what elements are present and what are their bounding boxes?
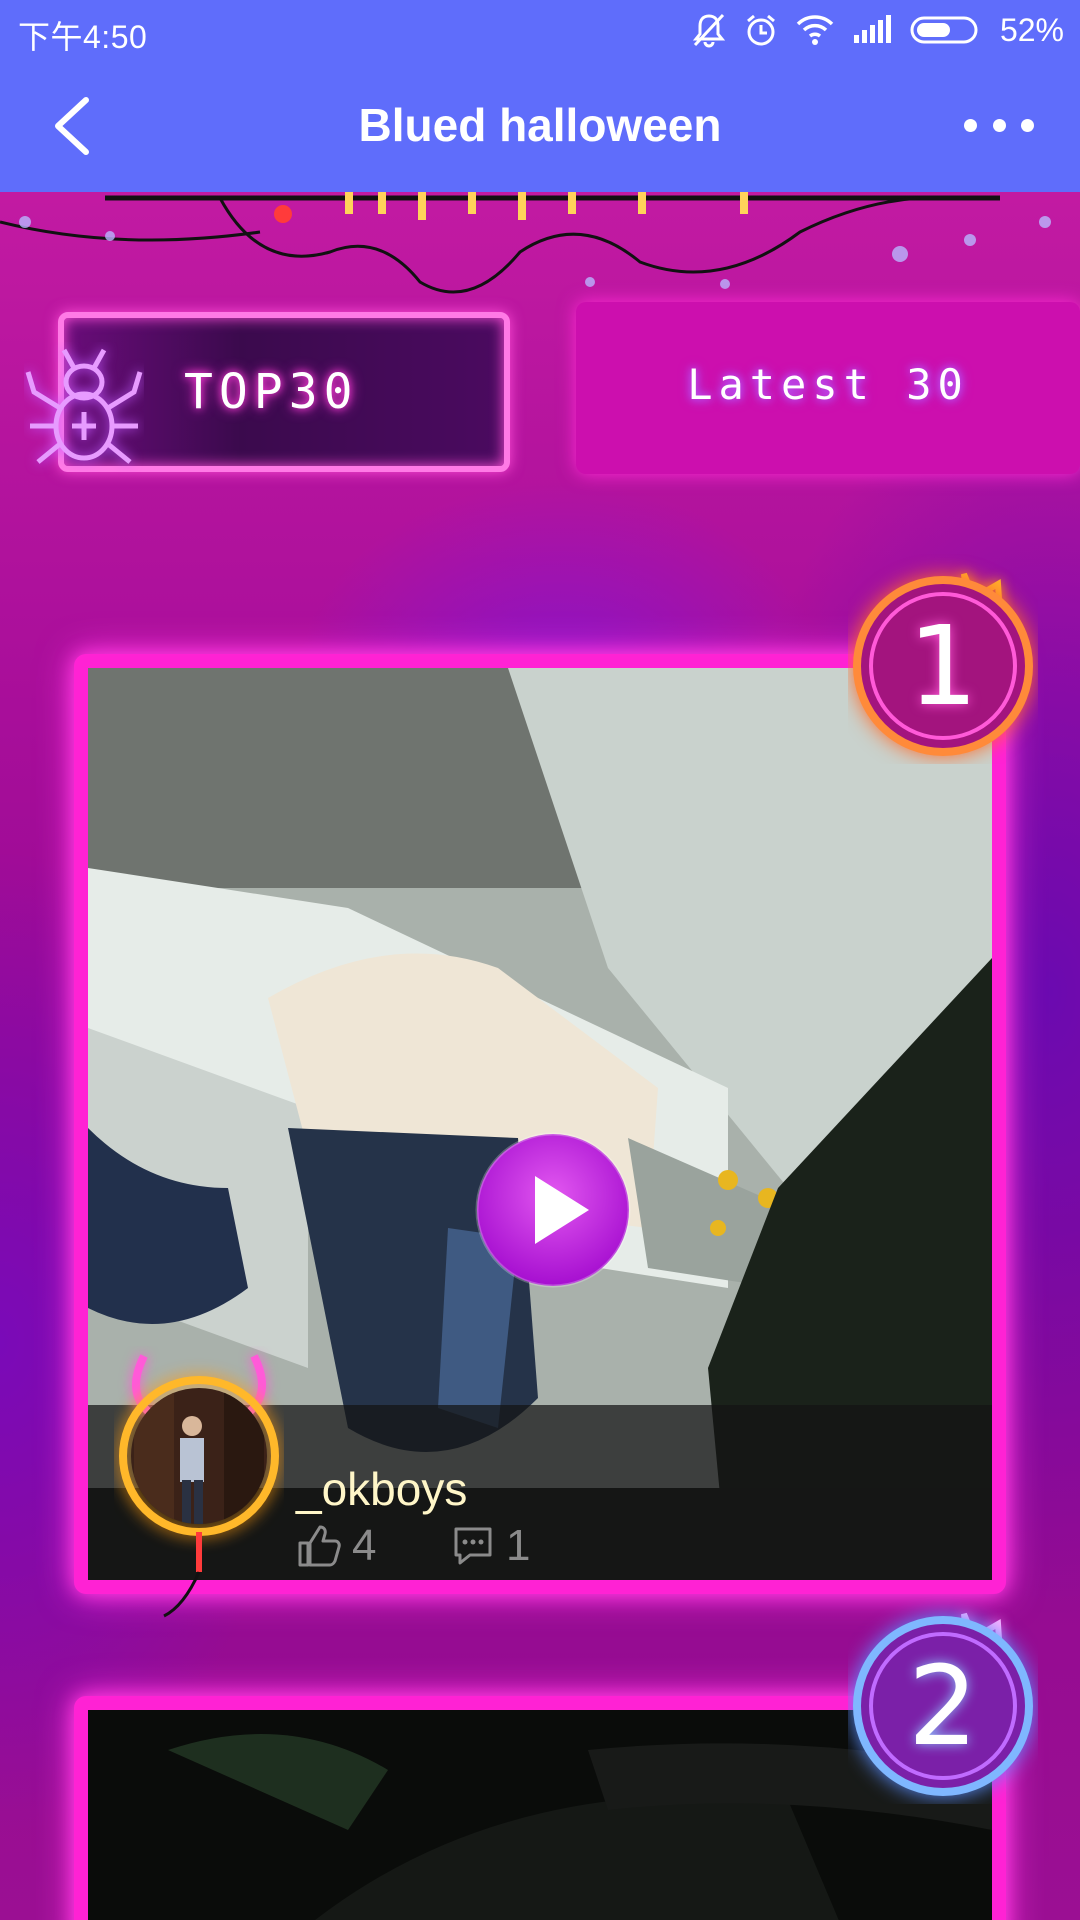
tab-latest30[interactable]: Latest 30 (576, 302, 1080, 474)
username[interactable]: _okboys (296, 1462, 467, 1516)
tab-latest30-label: Latest 30 (687, 360, 969, 409)
status-time: 下午4:50 (18, 19, 148, 55)
more-dots-icon[interactable] (964, 110, 1034, 140)
status-bar: 下午4:50 52% (0, 0, 1080, 60)
comment-icon (454, 1527, 492, 1565)
status-icons: 52% (692, 10, 1064, 50)
like-stat[interactable]: 4 (296, 1520, 376, 1572)
tab-top30-label: TOP30 (184, 364, 359, 420)
rank-number: 2 (908, 1642, 978, 1770)
avatar[interactable] (114, 1346, 284, 1626)
battery-percent: 52% (999, 11, 1064, 48)
spider-icon (25, 348, 143, 464)
signal-icon (853, 15, 891, 43)
comment-stat[interactable]: 1 (450, 1520, 530, 1572)
play-icon[interactable] (473, 1130, 633, 1290)
rank-badge: 1 (853, 572, 1033, 756)
wifi-icon (796, 15, 834, 45)
page-title: Blued halloween (358, 99, 722, 151)
string-lights-decoration (0, 192, 1051, 294)
like-count: 4 (352, 1521, 377, 1570)
rank-number: 1 (908, 602, 978, 730)
comment-count: 1 (506, 1521, 531, 1570)
thumbs-up-icon (298, 1525, 341, 1567)
app-bar: Blued halloween (0, 60, 1080, 192)
mute-icon (692, 13, 726, 48)
alarm-icon (746, 14, 775, 46)
battery-icon (910, 16, 978, 44)
rank-badge: 2 (853, 1612, 1033, 1796)
halloween-scene: TOP30 Latest 30 _okboys 4 1 1 2 (0, 192, 1080, 1920)
